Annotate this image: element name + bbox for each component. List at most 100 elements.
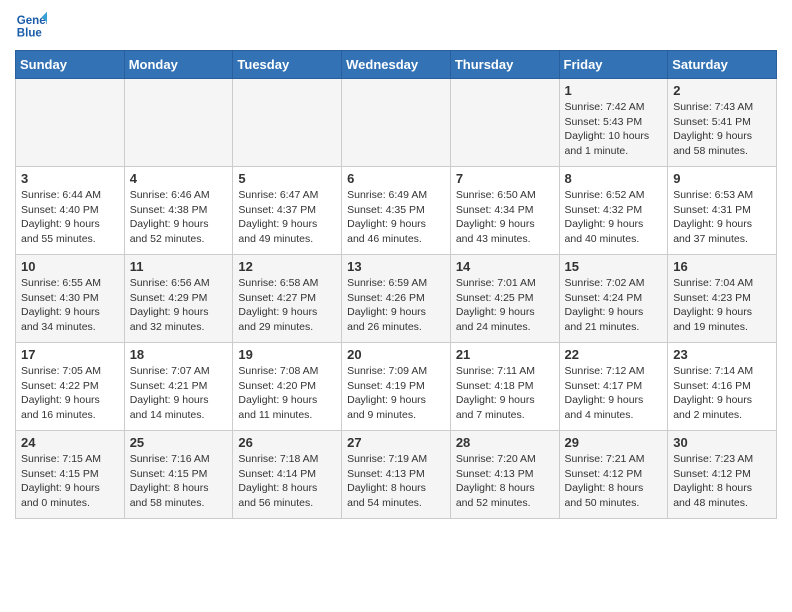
calendar-cell: 26Sunrise: 7:18 AM Sunset: 4:14 PM Dayli…	[233, 431, 342, 519]
day-number: 20	[347, 347, 445, 362]
day-number: 23	[673, 347, 771, 362]
calendar-cell: 27 Sunrise: 7:19 AM Sunset: 4:13 PM Dayli…	[342, 431, 451, 519]
calendar-cell: 1Sunrise: 7:42 AM Sunset: 5:43 PM Daylig…	[559, 79, 668, 167]
calendar-cell: 2 Sunrise: 7:43 AM Sunset: 5:41 PM Daylig…	[668, 79, 777, 167]
day-info: Sunrise: 7:16 AM Sunset: 4:15 PM Dayligh…	[130, 452, 228, 511]
calendar-cell: 25 Sunrise: 7:16 AM Sunset: 4:15 PM Dayli…	[124, 431, 233, 519]
calendar-cell: 3 Sunrise: 6:44 AM Sunset: 4:40 PM Daylig…	[16, 167, 125, 255]
day-number: 15	[565, 259, 663, 274]
day-info: Sunrise: 6:47 AM Sunset: 4:37 PM Dayligh…	[238, 188, 336, 247]
day-number: 5	[238, 171, 336, 186]
calendar-cell: 7 Sunrise: 6:50 AM Sunset: 4:34 PM Daylig…	[450, 167, 559, 255]
day-number: 28	[456, 435, 554, 450]
day-info: Sunrise: 6:59 AM Sunset: 4:26 PM Dayligh…	[347, 276, 445, 335]
calendar-cell: 30 Sunrise: 7:23 AM Sunset: 4:12 PM Dayli…	[668, 431, 777, 519]
day-number: 29	[565, 435, 663, 450]
weekday-header-sunday: Sunday	[16, 51, 125, 79]
calendar-cell: 29 Sunrise: 7:21 AM Sunset: 4:12 PM Dayli…	[559, 431, 668, 519]
day-info: Sunrise: 7:42 AM Sunset: 5:43 PM Dayligh…	[565, 100, 663, 159]
day-info: Sunrise: 7:23 AM Sunset: 4:12 PM Dayligh…	[673, 452, 771, 511]
day-info: Sunrise: 7:14 AM Sunset: 4:16 PM Dayligh…	[673, 364, 771, 423]
calendar-cell: 5 Sunrise: 6:47 AM Sunset: 4:37 PM Daylig…	[233, 167, 342, 255]
calendar-cell: 14 Sunrise: 7:01 AM Sunset: 4:25 PM Dayli…	[450, 255, 559, 343]
day-number: 10	[21, 259, 119, 274]
day-number: 11	[130, 259, 228, 274]
calendar-cell	[342, 79, 451, 167]
day-info: Sunrise: 6:58 AM Sunset: 4:27 PM Dayligh…	[238, 276, 336, 335]
calendar-cell: 20 Sunrise: 7:09 AM Sunset: 4:19 PM Dayli…	[342, 343, 451, 431]
day-info: Sunrise: 7:01 AM Sunset: 4:25 PM Dayligh…	[456, 276, 554, 335]
day-info: Sunrise: 7:11 AM Sunset: 4:18 PM Dayligh…	[456, 364, 554, 423]
day-info: Sunrise: 7:09 AM Sunset: 4:19 PM Dayligh…	[347, 364, 445, 423]
weekday-header-friday: Friday	[559, 51, 668, 79]
weekday-header-wednesday: Wednesday	[342, 51, 451, 79]
day-number: 6	[347, 171, 445, 186]
day-number: 2	[673, 83, 771, 98]
day-number: 27	[347, 435, 445, 450]
day-number: 18	[130, 347, 228, 362]
day-number: 12	[238, 259, 336, 274]
calendar-cell	[233, 79, 342, 167]
calendar-cell: 24Sunrise: 7:15 AM Sunset: 4:15 PM Dayli…	[16, 431, 125, 519]
day-number: 8	[565, 171, 663, 186]
day-info: Sunrise: 6:56 AM Sunset: 4:29 PM Dayligh…	[130, 276, 228, 335]
day-info: Sunrise: 7:18 AM Sunset: 4:14 PM Dayligh…	[238, 452, 336, 511]
day-number: 9	[673, 171, 771, 186]
svg-text:Blue: Blue	[17, 28, 43, 40]
day-info: Sunrise: 6:55 AM Sunset: 4:30 PM Dayligh…	[21, 276, 119, 335]
day-number: 19	[238, 347, 336, 362]
calendar-cell: 13 Sunrise: 6:59 AM Sunset: 4:26 PM Dayli…	[342, 255, 451, 343]
calendar-cell: 10 Sunrise: 6:55 AM Sunset: 4:30 PM Dayli…	[16, 255, 125, 343]
day-info: Sunrise: 7:05 AM Sunset: 4:22 PM Dayligh…	[21, 364, 119, 423]
calendar-cell: 9 Sunrise: 6:53 AM Sunset: 4:31 PM Daylig…	[668, 167, 777, 255]
day-info: Sunrise: 6:50 AM Sunset: 4:34 PM Dayligh…	[456, 188, 554, 247]
day-info: Sunrise: 6:52 AM Sunset: 4:32 PM Dayligh…	[565, 188, 663, 247]
day-info: Sunrise: 6:53 AM Sunset: 4:31 PM Dayligh…	[673, 188, 771, 247]
day-info: Sunrise: 7:12 AM Sunset: 4:17 PM Dayligh…	[565, 364, 663, 423]
weekday-header-thursday: Thursday	[450, 51, 559, 79]
day-info: Sunrise: 7:08 AM Sunset: 4:20 PM Dayligh…	[238, 364, 336, 423]
logo-icon: General Blue	[15, 10, 47, 42]
day-info: Sunrise: 7:20 AM Sunset: 4:13 PM Dayligh…	[456, 452, 554, 511]
day-number: 16	[673, 259, 771, 274]
day-info: Sunrise: 6:46 AM Sunset: 4:38 PM Dayligh…	[130, 188, 228, 247]
day-info: Sunrise: 7:43 AM Sunset: 5:41 PM Dayligh…	[673, 100, 771, 159]
calendar-cell: 16 Sunrise: 7:04 AM Sunset: 4:23 PM Dayli…	[668, 255, 777, 343]
calendar-cell	[16, 79, 125, 167]
day-info: Sunrise: 7:02 AM Sunset: 4:24 PM Dayligh…	[565, 276, 663, 335]
day-number: 21	[456, 347, 554, 362]
weekday-header-tuesday: Tuesday	[233, 51, 342, 79]
day-number: 3	[21, 171, 119, 186]
logo: General Blue	[15, 10, 47, 42]
day-number: 7	[456, 171, 554, 186]
calendar-cell: 8 Sunrise: 6:52 AM Sunset: 4:32 PM Daylig…	[559, 167, 668, 255]
day-number: 4	[130, 171, 228, 186]
day-number: 30	[673, 435, 771, 450]
calendar-cell: 23 Sunrise: 7:14 AM Sunset: 4:16 PM Dayli…	[668, 343, 777, 431]
day-number: 25	[130, 435, 228, 450]
calendar-cell: 6 Sunrise: 6:49 AM Sunset: 4:35 PM Daylig…	[342, 167, 451, 255]
calendar-cell: 19 Sunrise: 7:08 AM Sunset: 4:20 PM Dayli…	[233, 343, 342, 431]
calendar-cell: 15 Sunrise: 7:02 AM Sunset: 4:24 PM Dayli…	[559, 255, 668, 343]
calendar-cell: 17 Sunrise: 7:05 AM Sunset: 4:22 PM Dayli…	[16, 343, 125, 431]
weekday-header-monday: Monday	[124, 51, 233, 79]
day-number: 17	[21, 347, 119, 362]
calendar-cell: 4 Sunrise: 6:46 AM Sunset: 4:38 PM Daylig…	[124, 167, 233, 255]
calendar-cell: 12 Sunrise: 6:58 AM Sunset: 4:27 PM Dayli…	[233, 255, 342, 343]
calendar-cell: 21 Sunrise: 7:11 AM Sunset: 4:18 PM Dayli…	[450, 343, 559, 431]
day-info: Sunrise: 7:07 AM Sunset: 4:21 PM Dayligh…	[130, 364, 228, 423]
day-info: Sunrise: 7:19 AM Sunset: 4:13 PM Dayligh…	[347, 452, 445, 511]
day-number: 14	[456, 259, 554, 274]
calendar-table: SundayMondayTuesdayWednesdayThursdayFrid…	[15, 50, 777, 519]
calendar-cell: 28 Sunrise: 7:20 AM Sunset: 4:13 PM Dayli…	[450, 431, 559, 519]
calendar-cell	[450, 79, 559, 167]
calendar-cell: 22 Sunrise: 7:12 AM Sunset: 4:17 PM Dayli…	[559, 343, 668, 431]
calendar-cell	[124, 79, 233, 167]
day-number: 22	[565, 347, 663, 362]
day-info: Sunrise: 6:44 AM Sunset: 4:40 PM Dayligh…	[21, 188, 119, 247]
weekday-header-saturday: Saturday	[668, 51, 777, 79]
day-info: Sunrise: 7:21 AM Sunset: 4:12 PM Dayligh…	[565, 452, 663, 511]
day-number: 13	[347, 259, 445, 274]
day-info: Sunrise: 7:04 AM Sunset: 4:23 PM Dayligh…	[673, 276, 771, 335]
day-info: Sunrise: 6:49 AM Sunset: 4:35 PM Dayligh…	[347, 188, 445, 247]
